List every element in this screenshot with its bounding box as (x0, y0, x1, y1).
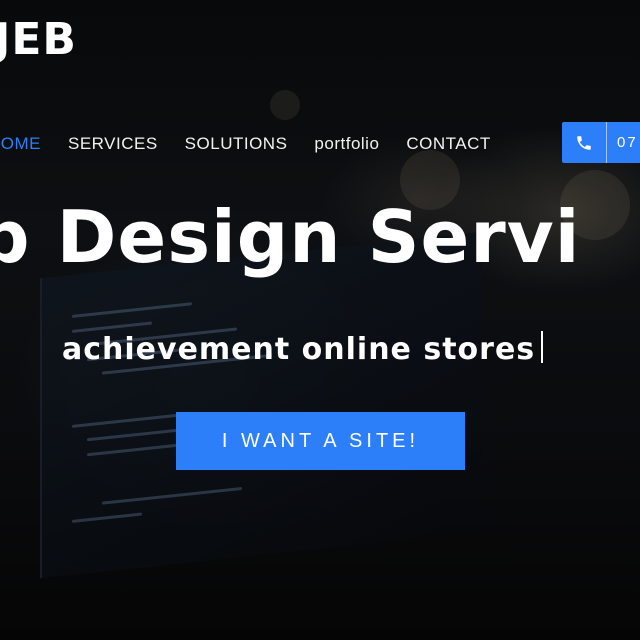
want-site-button[interactable]: I WANT A SITE! (176, 412, 465, 470)
site-logo[interactable]: JEB (0, 18, 77, 62)
code-line-decoration (72, 512, 142, 523)
background-bokeh (270, 90, 300, 120)
page: JEB HOME SERVICES SOLUTIONS portfolio CO… (0, 0, 640, 640)
hero-subtitle-text: achievement online stores (62, 332, 536, 367)
phone-number: 07 (617, 134, 638, 151)
main-navigation: HOME SERVICES SOLUTIONS portfolio CONTAC… (0, 128, 518, 160)
code-line-decoration (87, 443, 177, 457)
nav-item-home[interactable]: HOME (0, 134, 41, 154)
nav-item-portfolio[interactable]: portfolio (314, 134, 379, 154)
nav-item-services[interactable]: SERVICES (68, 134, 158, 154)
phone-icon (562, 122, 607, 163)
nav-item-solutions[interactable]: SOLUTIONS (185, 134, 288, 154)
hero-title: b Design Servi (0, 195, 581, 279)
nav-item-contact[interactable]: CONTACT (406, 134, 490, 154)
code-line-decoration (72, 413, 182, 428)
phone-button[interactable]: 07 (562, 122, 640, 163)
typing-cursor (541, 331, 544, 363)
code-line-decoration (102, 486, 242, 505)
code-line-decoration (72, 302, 192, 318)
hero-subtitle: achievement online stores (62, 331, 544, 368)
background-monitor-image (40, 231, 482, 579)
